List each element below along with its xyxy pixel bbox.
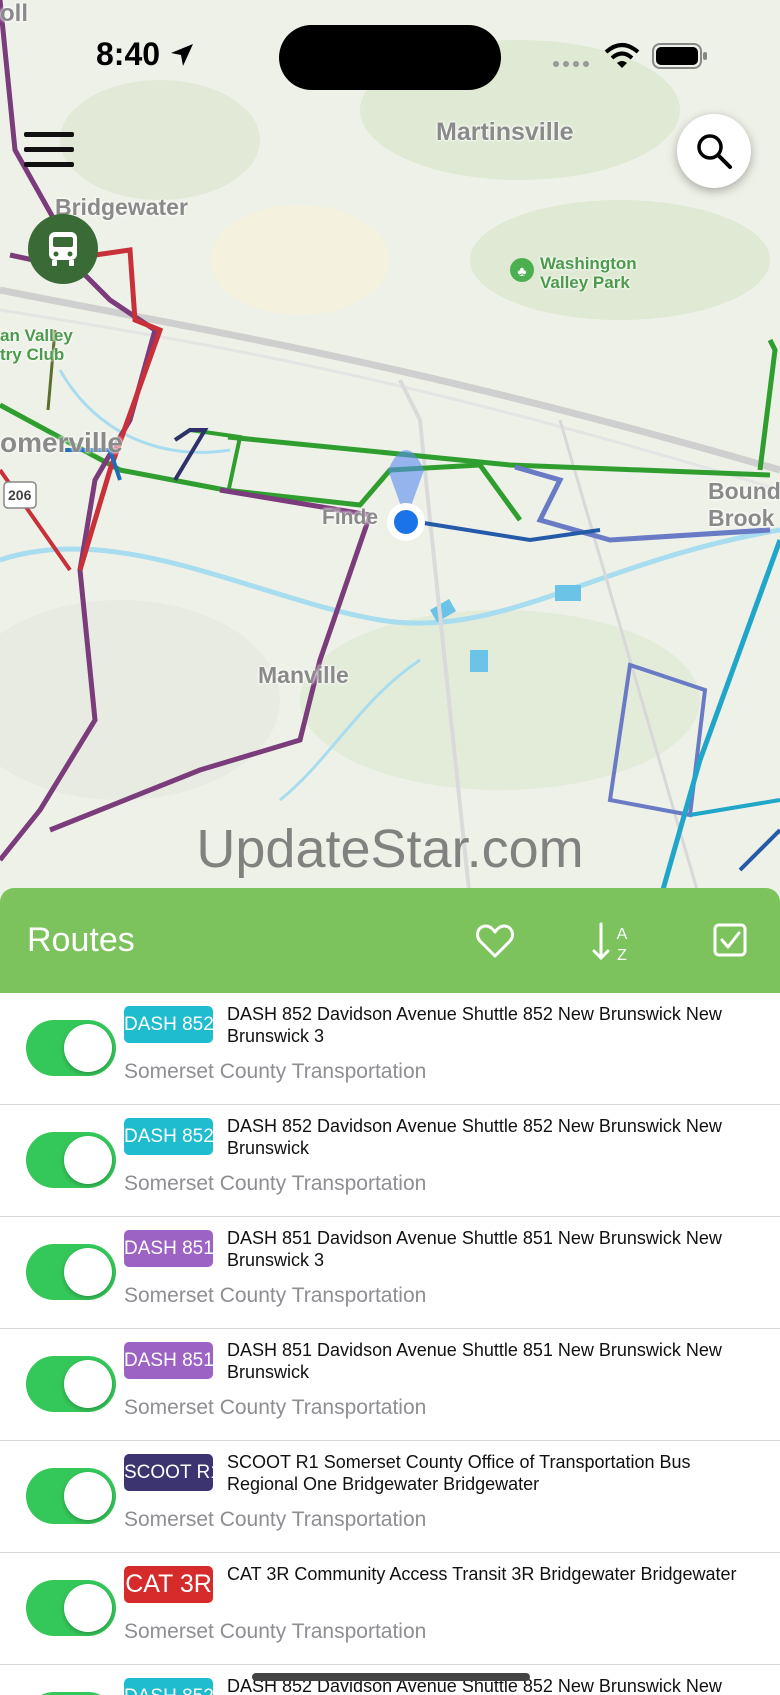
route-name: DASH 851 Davidson Avenue Shuttle 851 New… xyxy=(227,1340,722,1382)
battery-icon xyxy=(652,43,707,69)
highway-shield-label: 206 xyxy=(8,487,32,503)
map-label-manville: Manville xyxy=(258,662,349,688)
map-label-somerville: omerville xyxy=(0,427,123,458)
toggle-knob xyxy=(64,1136,112,1184)
route-agency: Somerset County Transportation xyxy=(124,1172,427,1195)
map-label-edge: oll xyxy=(0,0,28,27)
map-label-bound-brook: Bound Brook xyxy=(708,478,780,531)
home-indicator xyxy=(252,1673,530,1681)
route-name: CAT 3R Community Access Transit 3R Bridg… xyxy=(227,1564,737,1584)
svg-text:Z: Z xyxy=(617,947,627,964)
hamburger-line xyxy=(24,162,74,167)
watermark: UpdateStar.com xyxy=(196,819,584,879)
dynamic-island xyxy=(279,25,501,90)
route-row[interactable]: SCOOT R1 SCOOT R1 Somerset County Office … xyxy=(0,1441,780,1553)
toggle-knob xyxy=(64,1360,112,1408)
svg-text:A: A xyxy=(617,926,628,943)
route-row[interactable]: DASH 851 DASH 851 Davidson Avenue Shuttle… xyxy=(0,1329,780,1441)
route-row[interactable]: DASH 851 DASH 851 Davidson Avenue Shuttle… xyxy=(0,1217,780,1329)
favorites-button[interactable] xyxy=(474,920,516,962)
location-arrow-icon xyxy=(170,44,193,66)
routes-header: Routes A Z xyxy=(0,888,780,993)
route-agency: Somerset County Transportation xyxy=(124,1060,427,1083)
toggle-knob xyxy=(64,1584,112,1632)
menu-button[interactable] xyxy=(24,132,74,172)
route-visibility-toggle[interactable] xyxy=(26,1132,116,1188)
transit-map[interactable]: ♣ Martinsville Bridgewater Washington Va… xyxy=(0,0,780,900)
route-agency: Somerset County Transportation xyxy=(124,1620,427,1643)
routes-panel: Routes A Z DASH 852 DASH 852 Davidson Ave… xyxy=(0,888,780,1695)
map-label-washington-valley-park: Washington Valley Park xyxy=(540,254,660,292)
route-name: SCOOT R1 Somerset County Office of Trans… xyxy=(227,1452,691,1494)
route-badge: DASH 852 xyxy=(124,1118,213,1155)
route-visibility-toggle[interactable] xyxy=(26,1356,116,1412)
status-time: 8:40 xyxy=(96,36,195,73)
svg-text:♣: ♣ xyxy=(517,263,526,279)
route-badge: DASH 851 xyxy=(124,1230,213,1267)
transit-toggle-button[interactable] xyxy=(28,214,98,284)
toggle-knob xyxy=(64,1248,112,1296)
route-name: DASH 852 Davidson Avenue Shuttle 852 New… xyxy=(227,1004,722,1046)
route-list: DASH 852 DASH 852 Davidson Avenue Shuttle… xyxy=(0,993,780,1695)
toggle-knob xyxy=(64,1472,112,1520)
heart-icon xyxy=(476,924,514,958)
bus-icon xyxy=(49,232,77,266)
route-visibility-toggle[interactable] xyxy=(26,1244,116,1300)
route-visibility-toggle[interactable] xyxy=(26,1020,116,1076)
hamburger-line xyxy=(24,147,74,152)
route-visibility-toggle[interactable] xyxy=(26,1580,116,1636)
route-badge: SCOOT R1 xyxy=(124,1454,213,1491)
map-label-finderne: Finde xyxy=(322,506,378,529)
sort-az-icon: A Z xyxy=(592,922,628,964)
route-badge: DASH 852 xyxy=(124,1678,213,1695)
wifi-icon xyxy=(604,43,640,68)
hamburger-line xyxy=(24,132,74,137)
route-badge: DASH 852 xyxy=(124,1006,213,1043)
select-all-button[interactable] xyxy=(710,920,752,962)
route-agency: Somerset County Transportation xyxy=(124,1396,427,1419)
route-row[interactable]: DASH 852 DASH 852 Davidson Avenue Shuttle… xyxy=(0,993,780,1105)
sort-az-button[interactable]: A Z xyxy=(592,920,634,964)
park-label-text: Washington Valley Park xyxy=(540,254,637,292)
checkbox-icon xyxy=(713,923,747,957)
route-agency: Somerset County Transportation xyxy=(124,1284,427,1307)
search-icon xyxy=(697,134,732,169)
search-button[interactable] xyxy=(677,114,751,188)
status-time-text: 8:40 xyxy=(96,36,161,72)
toggle-knob xyxy=(64,1024,112,1072)
panel-title: Routes xyxy=(27,921,135,959)
route-visibility-toggle[interactable] xyxy=(26,1468,116,1524)
route-badge: CAT 3R xyxy=(124,1566,213,1603)
route-name: DASH 852 Davidson Avenue Shuttle 852 New… xyxy=(227,1116,722,1158)
map-label-martinsville: Martinsville xyxy=(436,118,574,146)
route-name: DASH 851 Davidson Avenue Shuttle 851 New… xyxy=(227,1228,722,1270)
route-row[interactable]: DASH 852 DASH 852 Davidson Avenue Shuttle… xyxy=(0,1105,780,1217)
signal-icon xyxy=(553,61,589,67)
route-row[interactable]: CAT 3R CAT 3R Community Access Transit 3R… xyxy=(0,1553,780,1665)
map-label-country-club: an Valley try Club xyxy=(0,326,73,364)
route-agency: Somerset County Transportation xyxy=(124,1508,427,1531)
route-badge: DASH 851 xyxy=(124,1342,213,1379)
